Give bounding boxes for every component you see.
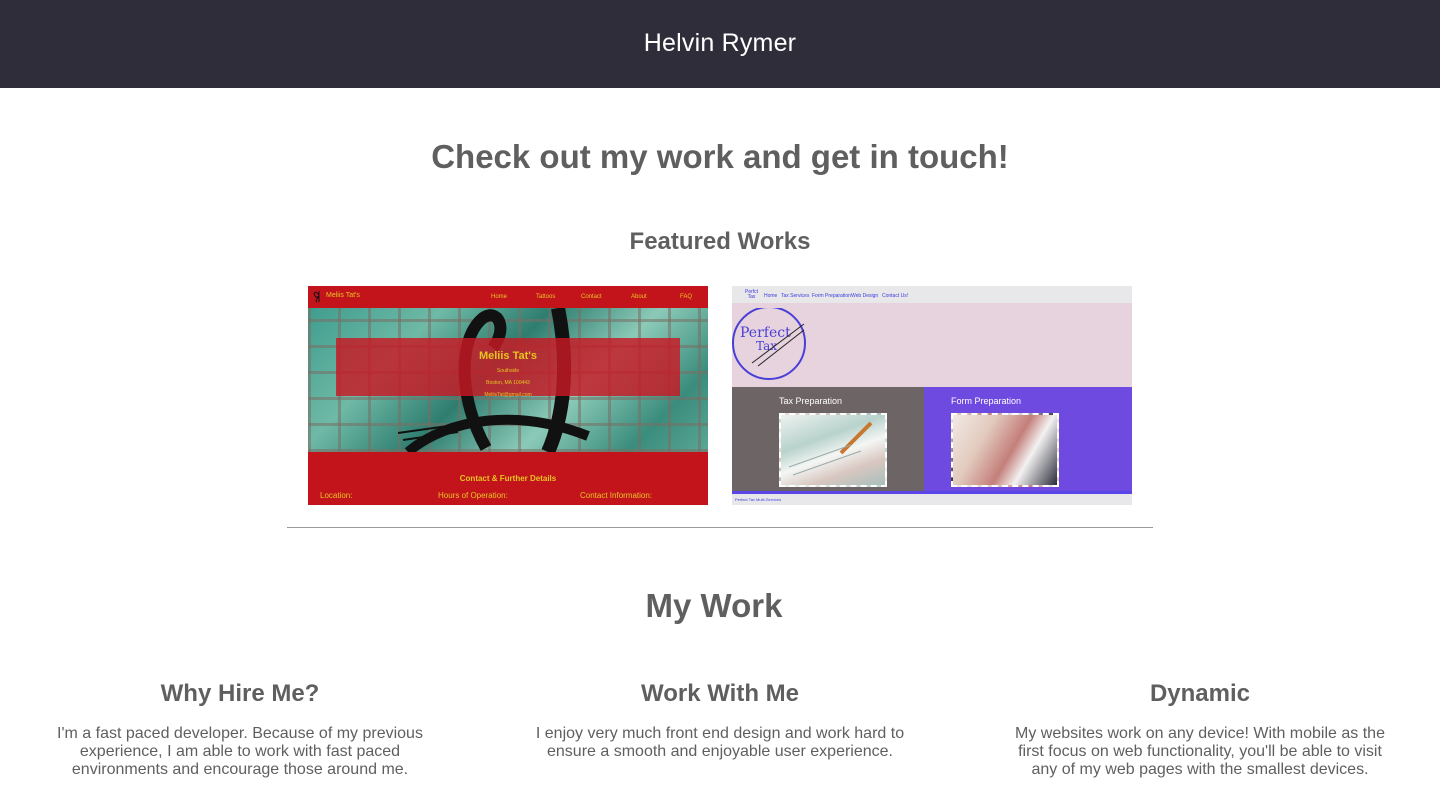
thumb-hero-image: Meliis Tat's Southside Boston, MA 100443… [308,308,708,452]
thumb-nav-link: Tattoos [536,294,556,300]
thumb-nav-link: Contact [581,294,602,300]
thumb-contact-column: Location: [320,491,353,500]
why-hire-me-column: Why Hire Me? I'm a fast paced developer.… [50,680,430,779]
thumb-nav-link: Home [764,293,778,299]
featured-work-perfect-tax[interactable]: Perfct Tax Home Tax Services Form Prepar… [732,286,1132,505]
thumb-nav-brand: Perfct Tax [745,290,758,300]
thumb-nav-bar: Perfct Tax Home Tax Services Form Prepar… [732,286,1132,303]
thumb-banner-title: Meliis Tat's [478,350,538,362]
butterfly-logo-icon [313,291,320,303]
thumb-nav-link: Home [491,294,508,300]
column-heading: Why Hire Me? [160,680,320,707]
thumb-banner-line: Southside [496,368,520,374]
site-brand[interactable]: Helvin Rymer [0,29,1440,58]
column-text: I enjoy very much front end design and w… [535,725,905,760]
thumb-contact-section: Contact & Further Details Location: Hour… [308,452,708,505]
thumb-card-tax-preparation: Tax Preparation [732,387,924,491]
form-signing-image [951,413,1059,487]
tax-document-image [779,413,887,487]
column-heading: Work With Me [640,680,799,707]
thumb-contact-column: Hours of Operation: [438,491,508,500]
column-heading: Dynamic [1149,680,1251,707]
thumb-nav-link: Tax Services [781,293,810,299]
thumb-card-caption: Tax Preparation [779,396,843,406]
featured-work-meliis-tats[interactable]: Meliis Tat's Home Tattoos Contact About … [308,286,708,505]
thumb-contact-column: Contact Information: [580,491,653,500]
column-text: My websites work on any device! With mob… [1015,725,1385,778]
my-work-title: My Work [645,587,783,624]
thumb-card-form-preparation: Form Preparation [924,387,1132,491]
dynamic-column: Dynamic My websites work on any device! … [1010,680,1390,779]
thumb-site-name: Meliis Tat's [326,292,360,299]
work-with-me-column: Work With Me I enjoy very much front end… [530,680,910,761]
thumb-nav-bar: Meliis Tat's Home Tattoos Contact About … [308,286,708,308]
thumb-nav-brand-line: Tax [747,294,756,300]
perfect-tax-logo-icon: Perfect Tax [732,308,806,380]
thumb-banner-line: Boston, MA 100443 [486,380,530,386]
thumb-nav-link: FAQ [680,294,693,300]
thumb-contact-title: Contact & Further Details [459,474,557,483]
hero-title: Check out my work and get in touch! [431,138,1009,175]
thumb-nav-link: Contact Us! [882,293,909,299]
section-divider [287,527,1153,528]
thumb-nav-link: About [631,294,647,300]
featured-works-title: Featured Works [629,228,811,255]
thumb-banner: Meliis Tat's Southside Boston, MA 100443… [336,338,680,398]
thumb-nav-link: Form Preparation [812,293,851,299]
thumb-nav-link: Web Design [851,293,879,299]
thumb-banner-line: MeliisTat@gmail.com [484,392,532,398]
thumb-card-caption: Form Preparation [951,396,1022,406]
column-text: I'm a fast paced developer. Because of m… [57,725,423,778]
site-header: Helvin Rymer [0,0,1440,88]
thumb-footer: Perfect Tax Multi-Services [732,494,1132,505]
